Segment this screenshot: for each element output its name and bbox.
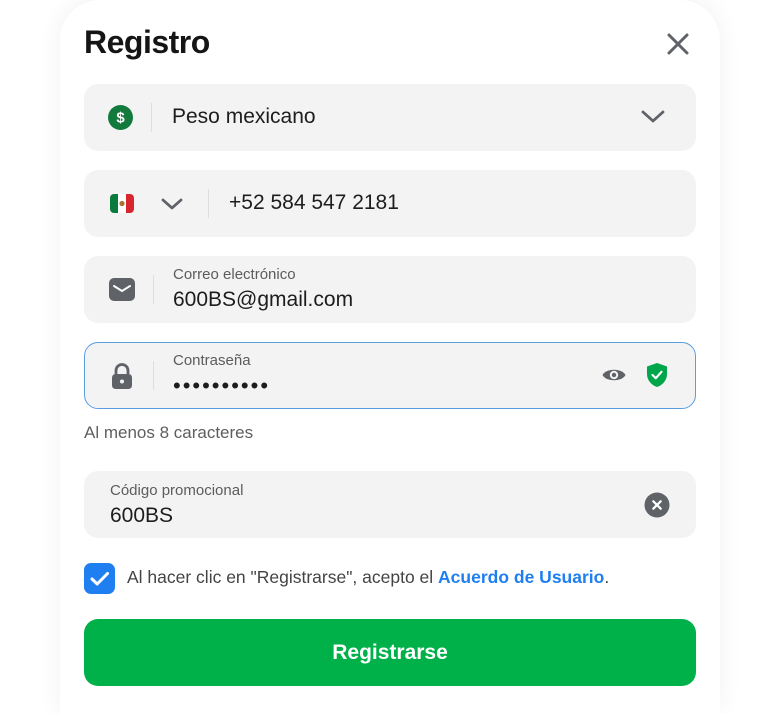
dollar-coin-icon: $ bbox=[108, 105, 133, 135]
check-icon bbox=[90, 572, 109, 586]
email-input[interactable]: 600BS@gmail.com bbox=[173, 288, 353, 312]
promo-field[interactable]: Código promocional 600BS bbox=[84, 471, 696, 538]
terms-suffix: . bbox=[604, 567, 610, 587]
email-label: Correo electrónico bbox=[173, 266, 296, 283]
promo-label: Código promocional bbox=[110, 482, 244, 499]
password-hint: Al menos 8 caracteres bbox=[84, 423, 254, 442]
lock-icon bbox=[111, 363, 133, 395]
modal-title: Registro bbox=[84, 24, 210, 60]
field-divider bbox=[153, 275, 154, 304]
phone-input[interactable]: +52 584 547 2181 bbox=[229, 191, 399, 215]
terms-text: Al hacer clic en "Registrarse", acepto e… bbox=[127, 567, 609, 588]
terms-checkbox[interactable] bbox=[84, 563, 115, 594]
clear-icon[interactable] bbox=[644, 492, 670, 523]
terms-label: Al hacer clic en "Registrarse", acepto e… bbox=[127, 567, 439, 587]
phone-field[interactable]: +52 584 547 2181 bbox=[84, 170, 696, 237]
password-label: Contraseña bbox=[173, 352, 251, 369]
password-field[interactable]: Contraseña •••••••••• bbox=[84, 342, 696, 409]
user-agreement-link[interactable]: Acuerdo de Usuario bbox=[438, 567, 604, 587]
eye-icon[interactable] bbox=[601, 364, 627, 391]
field-divider bbox=[208, 189, 209, 218]
envelope-icon bbox=[109, 278, 135, 307]
currency-select[interactable]: $ Peso mexicano bbox=[84, 84, 696, 151]
promo-input[interactable]: 600BS bbox=[110, 504, 173, 528]
shield-check-icon bbox=[646, 362, 668, 393]
currency-value: Peso mexicano bbox=[172, 105, 316, 128]
password-input[interactable]: •••••••••• bbox=[173, 373, 270, 399]
field-divider bbox=[151, 103, 152, 132]
chevron-down-icon[interactable] bbox=[160, 193, 184, 220]
chevron-down-icon[interactable] bbox=[640, 106, 666, 133]
email-field[interactable]: Correo electrónico 600BS@gmail.com bbox=[84, 256, 696, 323]
field-divider bbox=[153, 361, 154, 390]
svg-text:$: $ bbox=[116, 110, 125, 127]
mexico-flag-icon[interactable] bbox=[110, 194, 134, 218]
close-icon[interactable] bbox=[664, 30, 692, 58]
register-button[interactable]: Registrarse bbox=[84, 619, 696, 686]
